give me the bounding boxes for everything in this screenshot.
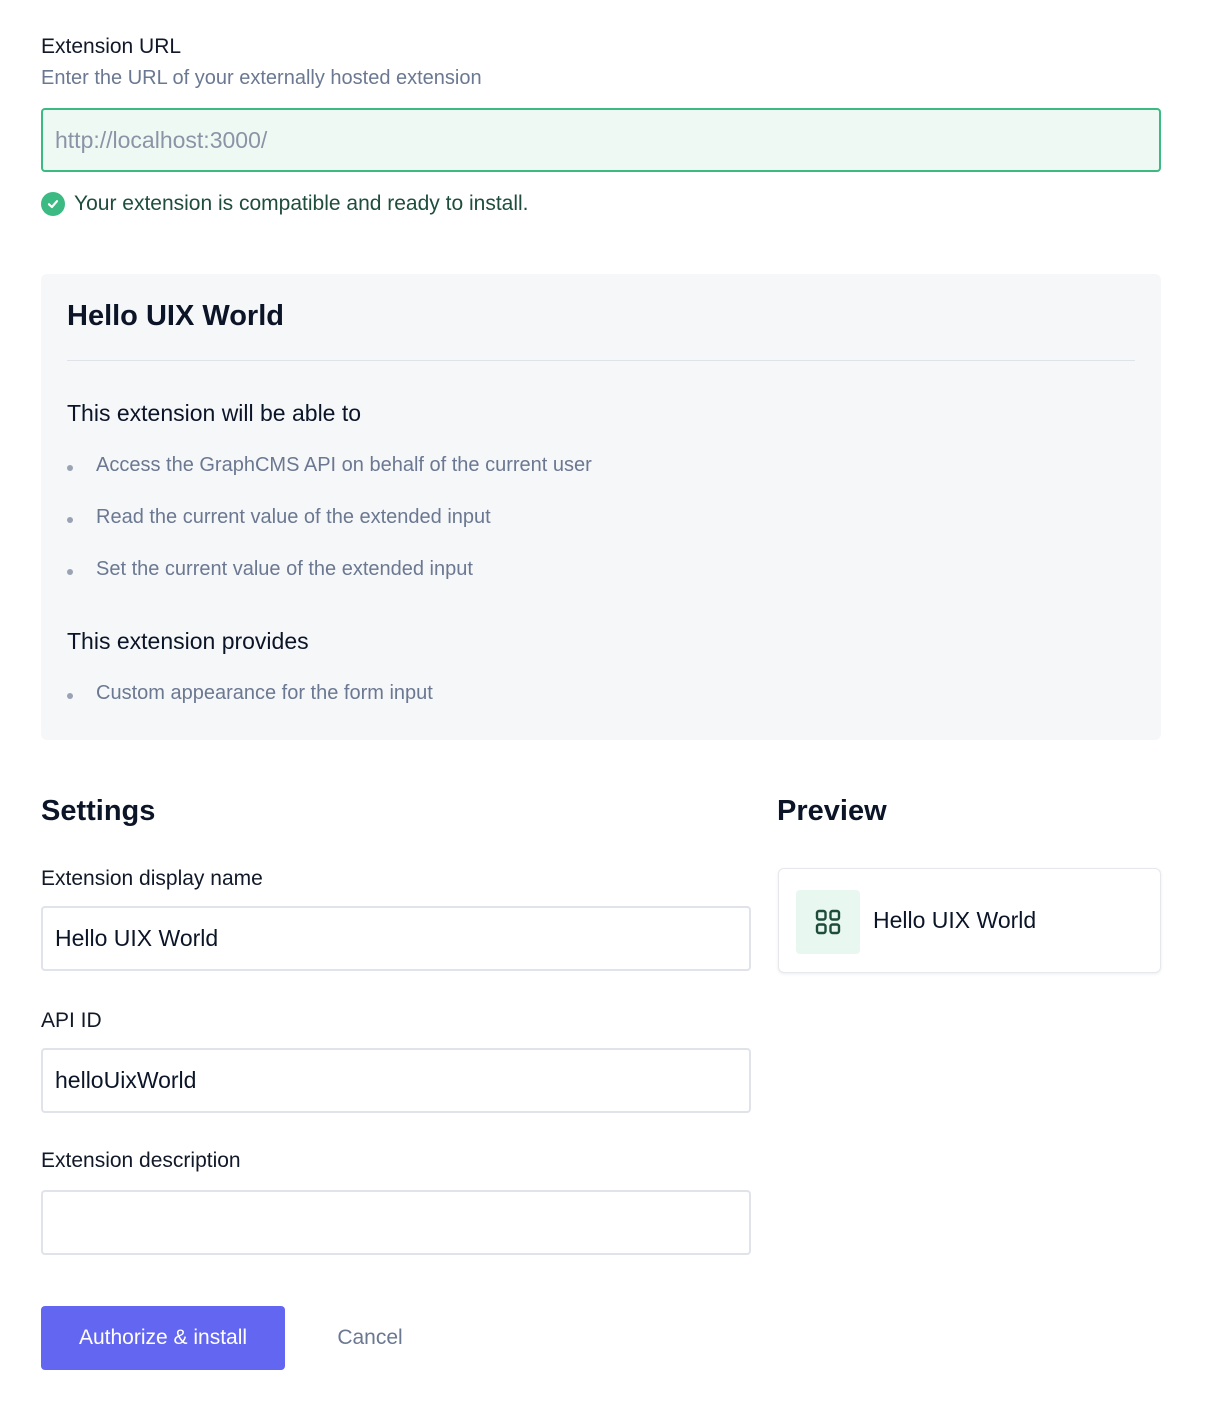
compatibility-status-text: Your extension is compatible and ready t… xyxy=(74,192,529,215)
authorize-install-button[interactable]: Authorize & install xyxy=(41,1306,285,1370)
list-item: Set the current value of the extended in… xyxy=(67,558,592,610)
bullet-icon xyxy=(67,693,73,699)
description-label: Extension description xyxy=(41,1149,241,1172)
preview-card: Hello UIX World xyxy=(778,868,1161,973)
cancel-button[interactable]: Cancel xyxy=(315,1306,425,1370)
list-item: Custom appearance for the form input xyxy=(67,682,433,734)
permission-text: Set the current value of the extended in… xyxy=(96,558,473,580)
permission-text: Read the current value of the extended i… xyxy=(96,506,491,528)
provides-text: Custom appearance for the form input xyxy=(96,682,433,704)
compatibility-status: Your extension is compatible and ready t… xyxy=(41,190,529,218)
divider xyxy=(67,360,1135,361)
preview-heading: Preview xyxy=(777,795,887,827)
list-item: Read the current value of the extended i… xyxy=(67,506,592,558)
extension-title: Hello UIX World xyxy=(67,300,284,332)
display-name-input[interactable] xyxy=(41,906,751,971)
bullet-icon xyxy=(67,465,73,471)
description-input[interactable] xyxy=(41,1190,751,1255)
permissions-heading: This extension will be able to xyxy=(67,400,362,426)
list-item: Access the GraphCMS API on behalf of the… xyxy=(67,454,592,506)
display-name-label: Extension display name xyxy=(41,867,263,890)
bullet-icon xyxy=(67,517,73,523)
permission-text: Access the GraphCMS API on behalf of the… xyxy=(96,454,592,476)
permissions-list: Access the GraphCMS API on behalf of the… xyxy=(67,454,592,610)
extension-url-input[interactable] xyxy=(41,108,1161,172)
settings-heading: Settings xyxy=(41,795,156,827)
api-id-input[interactable] xyxy=(41,1048,751,1113)
api-id-label: API ID xyxy=(41,1009,102,1032)
provides-list: Custom appearance for the form input xyxy=(67,682,433,734)
extension-url-hint: Enter the URL of your externally hosted … xyxy=(41,67,482,89)
extension-info-card: Hello UIX World This extension will be a… xyxy=(41,274,1161,740)
grid-icon xyxy=(796,890,860,954)
check-circle-icon xyxy=(41,192,65,216)
preview-extension-name: Hello UIX World xyxy=(873,907,1037,933)
bullet-icon xyxy=(67,569,73,575)
provides-heading: This extension provides xyxy=(67,628,309,654)
extension-url-label: Extension URL xyxy=(41,35,182,58)
